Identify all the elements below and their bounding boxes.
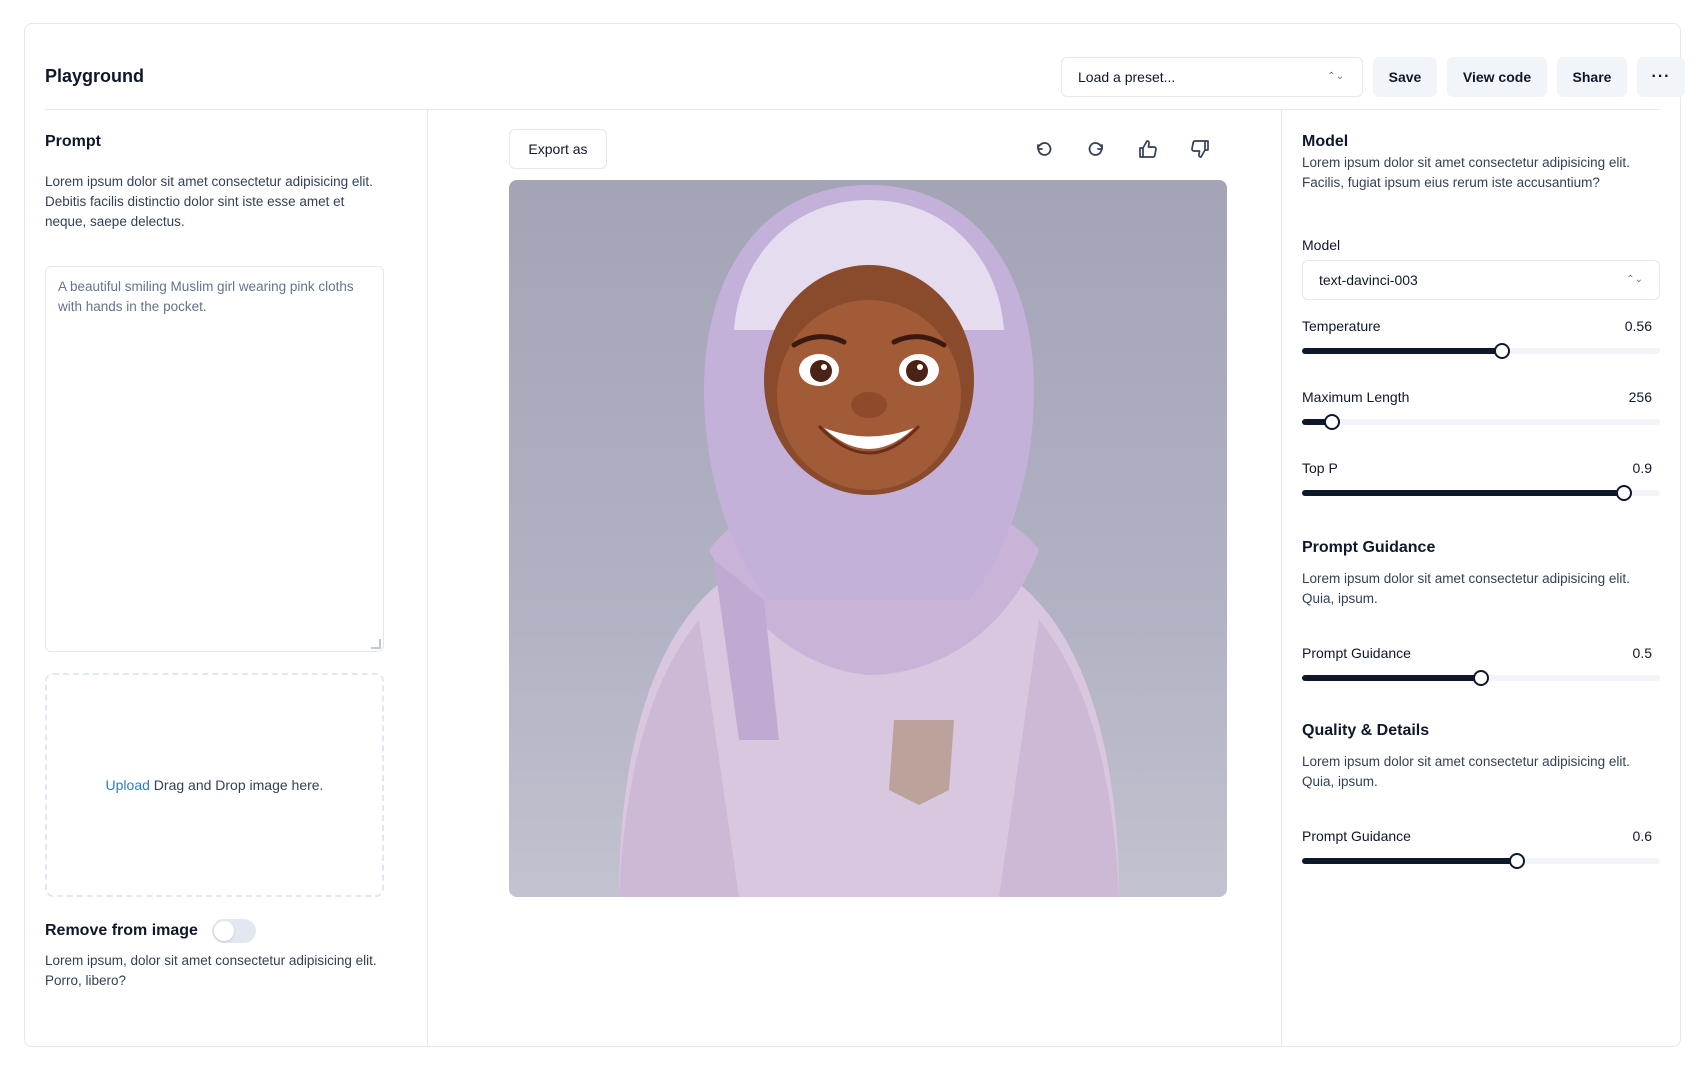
header: Playground Load a preset... ⌃⌄ Save View… bbox=[45, 24, 1685, 110]
settings-panel: Model Lorem ipsum dolor sit amet consect… bbox=[1281, 110, 1680, 1046]
quality-guidance-label: Prompt Guidance bbox=[1302, 828, 1411, 844]
prompt-guidance-description: Lorem ipsum dolor sit amet consectetur a… bbox=[1302, 571, 1630, 606]
remove-from-image-toggle[interactable] bbox=[212, 919, 257, 943]
slider-thumb[interactable] bbox=[1494, 343, 1511, 359]
preset-select[interactable]: Load a preset... ⌃⌄ bbox=[1061, 57, 1363, 97]
share-button[interactable]: Share bbox=[1557, 57, 1627, 97]
max-length-slider[interactable] bbox=[1302, 414, 1660, 430]
preset-select-label: Load a preset... bbox=[1078, 69, 1176, 85]
view-code-button[interactable]: View code bbox=[1447, 57, 1547, 97]
canvas-panel: Export as bbox=[428, 110, 1281, 1046]
generated-image bbox=[509, 180, 1227, 897]
max-length-control: Maximum Length 256 bbox=[1302, 389, 1660, 449]
quality-details-title: Quality & Details bbox=[1302, 722, 1430, 739]
undo-icon[interactable] bbox=[1032, 137, 1056, 161]
top-p-value: 0.9 bbox=[1632, 460, 1652, 476]
slider-thumb[interactable] bbox=[1473, 670, 1489, 686]
save-button[interactable]: Save bbox=[1373, 57, 1437, 97]
image-dropzone[interactable]: Upload Drag and Drop image here. bbox=[45, 673, 384, 897]
playground-window: Playground Load a preset... ⌃⌄ Save View… bbox=[24, 23, 1685, 1047]
temperature-slider[interactable] bbox=[1302, 343, 1660, 359]
thumbs-down-icon[interactable] bbox=[1188, 137, 1212, 161]
resize-handle-icon[interactable] bbox=[371, 639, 381, 649]
toggle-knob bbox=[214, 921, 235, 941]
temperature-label: Temperature bbox=[1302, 318, 1381, 334]
chevron-up-down-icon: ⌃⌄ bbox=[1626, 274, 1643, 285]
prompt-guidance-value: 0.5 bbox=[1632, 645, 1652, 661]
slider-thumb[interactable] bbox=[1508, 853, 1525, 869]
dropzone-text: Drag and Drop image here. bbox=[149, 777, 324, 793]
redo-icon[interactable] bbox=[1084, 137, 1108, 161]
model-title: Model bbox=[1302, 133, 1349, 150]
remove-from-image-row: Remove from image bbox=[45, 918, 257, 944]
page-title: Playground bbox=[45, 66, 145, 86]
model-select-wrap: text-davinci-003 ⌃⌄ bbox=[1302, 260, 1660, 300]
temperature-control: Temperature 0.56 bbox=[1302, 318, 1660, 378]
slider-thumb[interactable] bbox=[1324, 414, 1341, 430]
quality-guidance-value: 0.6 bbox=[1632, 828, 1652, 844]
quality-details-section: Quality & Details Lorem ipsum dolor sit … bbox=[1302, 722, 1660, 792]
prompt-description: Lorem ipsum dolor sit amet consectetur a… bbox=[45, 174, 373, 229]
temperature-value: 0.56 bbox=[1624, 318, 1652, 334]
model-select-value: text-davinci-003 bbox=[1319, 272, 1418, 288]
max-length-label: Maximum Length bbox=[1302, 389, 1410, 405]
prompt-text: A beautiful smiling Muslim girl wearing … bbox=[58, 279, 354, 314]
model-section: Model Lorem ipsum dolor sit amet consect… bbox=[1302, 133, 1660, 193]
more-options-button[interactable]: ··· bbox=[1637, 57, 1685, 97]
model-select[interactable]: text-davinci-003 ⌃⌄ bbox=[1302, 260, 1660, 300]
slider-fill bbox=[1302, 348, 1503, 354]
prompt-guidance-control: Prompt Guidance 0.5 bbox=[1302, 645, 1660, 705]
slider-fill bbox=[1302, 490, 1625, 496]
thumbs-up-icon[interactable] bbox=[1136, 137, 1160, 161]
model-label: Model bbox=[1302, 237, 1341, 253]
quality-guidance-slider[interactable] bbox=[1302, 853, 1660, 869]
girl-illustration bbox=[619, 185, 1119, 897]
top-p-slider[interactable] bbox=[1302, 485, 1660, 501]
export-as-button[interactable]: Export as bbox=[509, 129, 607, 169]
max-length-value: 256 bbox=[1628, 389, 1652, 405]
quality-guidance-control: Prompt Guidance 0.6 bbox=[1302, 828, 1660, 888]
slider-track bbox=[1302, 419, 1660, 425]
slider-thumb[interactable] bbox=[1616, 485, 1633, 501]
chevron-up-down-icon: ⌃⌄ bbox=[1327, 71, 1344, 82]
prompt-guidance-slider[interactable] bbox=[1302, 670, 1660, 686]
top-p-control: Top P 0.9 bbox=[1302, 460, 1660, 520]
model-description: Lorem ipsum dolor sit amet consectetur a… bbox=[1302, 155, 1630, 190]
quality-details-description: Lorem ipsum dolor sit amet consectetur a… bbox=[1302, 754, 1630, 789]
prompt-guidance-section: Prompt Guidance Lorem ipsum dolor sit am… bbox=[1302, 539, 1660, 609]
slider-fill bbox=[1302, 858, 1517, 864]
remove-from-image-label: Remove from image bbox=[45, 922, 198, 939]
prompt-guidance-label: Prompt Guidance bbox=[1302, 645, 1411, 661]
prompt-textarea[interactable]: A beautiful smiling Muslim girl wearing … bbox=[45, 266, 384, 652]
slider-fill bbox=[1302, 675, 1481, 681]
prompt-guidance-title: Prompt Guidance bbox=[1302, 539, 1436, 556]
prompt-title: Prompt bbox=[45, 133, 101, 150]
remove-from-image-description: Lorem ipsum, dolor sit amet consectetur … bbox=[45, 953, 377, 988]
prompt-panel: Prompt Lorem ipsum dolor sit amet consec… bbox=[45, 110, 428, 1046]
upload-link[interactable]: Upload bbox=[106, 777, 150, 793]
top-p-label: Top P bbox=[1302, 460, 1338, 476]
